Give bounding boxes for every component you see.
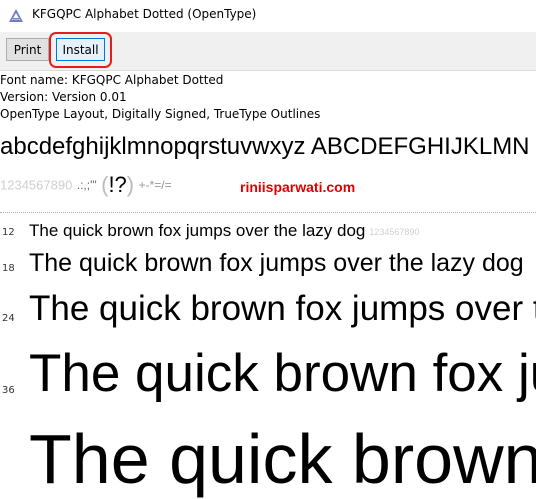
sample-text: The quick brown fox jumps over the lazy … xyxy=(29,221,366,240)
window-title: KFGQPC Alphabet Dotted (OpenType) xyxy=(32,7,257,21)
sample-text-12: The quick brown fox jumps over the lazy … xyxy=(29,221,419,241)
toolbar: Print Install xyxy=(0,32,536,71)
title-bar: KFGQPC Alphabet Dotted (OpenType) xyxy=(0,0,536,32)
section-divider xyxy=(0,212,536,213)
watermark-text: riniisparwati.com xyxy=(240,179,356,195)
sample-tail-digits: 1234567890 xyxy=(369,226,420,237)
font-version-line: Version: Version 0.01 xyxy=(0,90,127,104)
sample-size-label: 24 xyxy=(2,313,15,324)
sample-size-label: 18 xyxy=(2,263,15,274)
print-button[interactable]: Print xyxy=(6,38,49,61)
install-button[interactable]: Install xyxy=(56,38,105,61)
font-type-line: OpenType Layout, Digitally Signed, TrueT… xyxy=(0,107,321,121)
font-name-line: Font name: KFGQPC Alphabet Dotted xyxy=(0,73,224,87)
sample-text-24: The quick brown fox jumps over the lazy … xyxy=(29,289,536,328)
sample-size-label: 36 xyxy=(2,385,15,396)
digits-preview: 1234567890 xyxy=(0,177,73,193)
question-preview: !? xyxy=(108,172,127,197)
punctuation-preview: .:,;'" xyxy=(76,178,97,192)
alphabet-preview: abcdefghijklmnopqrstuvwxyz ABCDEFGHIJKLM… xyxy=(0,133,530,160)
font-info: Font name: KFGQPC Alphabet Dotted Versio… xyxy=(0,72,320,123)
font-file-icon xyxy=(8,8,24,24)
sample-text-48: The quick brown fox jumps over the lazy … xyxy=(29,420,536,498)
sample-size-label: 12 xyxy=(2,227,15,238)
paren-close-preview: ) xyxy=(126,172,135,197)
digits-symbols-preview: 1234567890 .:,;'" (!?) +-*=/= xyxy=(0,172,172,198)
symbols-preview: +-*=/= xyxy=(138,178,172,192)
sample-text-36: The quick brown fox jumps over the lazy … xyxy=(29,344,536,403)
sample-text-18: The quick brown fox jumps over the lazy … xyxy=(29,249,524,277)
